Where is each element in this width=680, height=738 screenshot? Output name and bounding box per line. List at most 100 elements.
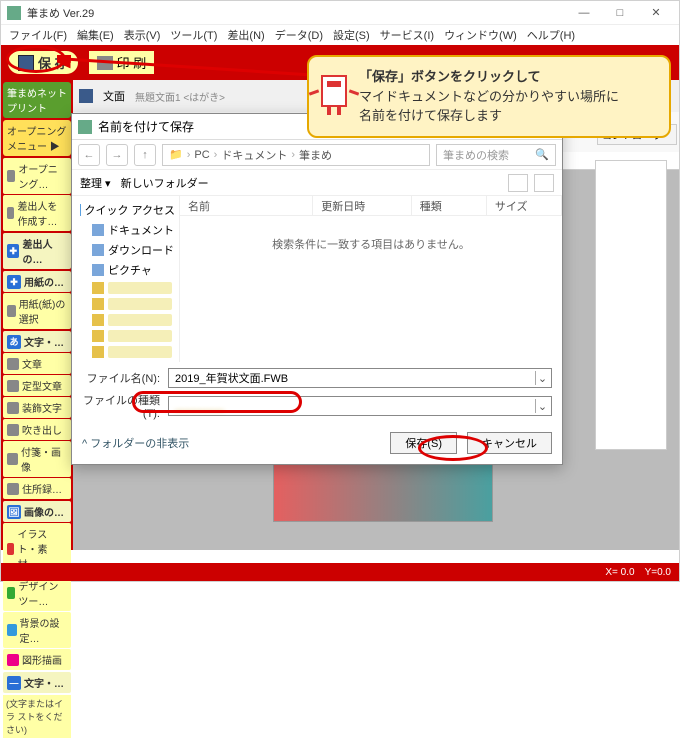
- instruction-callout: 「保存」ボタンをクリックして マイドキュメントなどの分かりやすい場所に 名前を付…: [307, 55, 671, 138]
- view-button[interactable]: [508, 174, 528, 192]
- sidebar-section-image[interactable]: 🖼画像の…: [3, 501, 71, 522]
- sidebar-item-bg[interactable]: 背景の設定…: [3, 612, 71, 648]
- chevron-down-icon[interactable]: ⌄: [535, 371, 549, 385]
- print-label: 印 刷: [117, 53, 147, 72]
- sidebar-item-paper-select[interactable]: 用紙(紙)の選択: [3, 293, 71, 329]
- callout-line1: 「保存」ボタンをクリックして: [359, 69, 541, 84]
- filetype-label: ファイルの種類(T):: [82, 392, 160, 420]
- dialog-cancel-button[interactable]: キャンセル: [467, 432, 552, 454]
- sidebar-item-text[interactable]: 文章: [3, 353, 71, 374]
- tree-blur[interactable]: [74, 344, 177, 360]
- up-button[interactable]: ↑: [134, 144, 156, 166]
- opening-menu-button[interactable]: オープニングメニュー ▶: [3, 120, 71, 156]
- menu-item[interactable]: サービス(I): [380, 27, 434, 43]
- menu-item[interactable]: 差出(N): [227, 27, 264, 43]
- dialog-title: 名前を付けて保存: [98, 118, 194, 135]
- filename-label: ファイル名(N):: [82, 370, 160, 386]
- save-button[interactable]: 保 存: [5, 48, 81, 77]
- search-input[interactable]: 筆まめの検索 🔍: [436, 144, 556, 166]
- col-type[interactable]: 種類: [412, 196, 487, 215]
- menu-item[interactable]: データ(D): [275, 27, 323, 43]
- dialog-icon: [78, 120, 92, 134]
- search-icon: 🔍: [535, 148, 549, 161]
- filetype-value: ________: [175, 400, 224, 412]
- callout-line2: マイドキュメントなどの分かりやすい場所に: [359, 87, 657, 107]
- sidebar-item-balloon[interactable]: 吹き出し: [3, 419, 71, 440]
- crumb-pc[interactable]: PC: [194, 149, 209, 161]
- tree-blur[interactable]: [74, 328, 177, 344]
- folder-tree[interactable]: クイック アクセス ドキュメント ダウンロード ピクチャ 筆まめ Ver.29 …: [72, 196, 180, 362]
- menu-item[interactable]: ウィンドウ(W): [444, 27, 517, 43]
- sidebar-section-sender[interactable]: ✚差出人の…: [3, 233, 71, 269]
- menu-item[interactable]: 設定(S): [333, 27, 370, 43]
- sidebar-item-opening[interactable]: オープニング…: [3, 158, 71, 194]
- menu-item[interactable]: ファイル(F): [9, 27, 67, 43]
- sidebar-section-text[interactable]: あ文字・…: [3, 331, 71, 352]
- organize-button[interactable]: 整理 ▾: [80, 175, 111, 191]
- doc-tab[interactable]: 文面: [103, 88, 125, 104]
- folder-icon: 📁: [169, 148, 183, 161]
- search-placeholder: 筆まめの検索: [443, 147, 535, 163]
- file-list: 名前 更新日時 種類 サイズ 検索条件に一致する項目はありません。: [180, 196, 562, 362]
- tree-quick-access[interactable]: クイック アクセス: [74, 200, 177, 220]
- column-headers[interactable]: 名前 更新日時 種類 サイズ: [180, 196, 562, 216]
- callout-line3: 名前を付けて保存します: [359, 106, 657, 126]
- dialog-save-button[interactable]: 保存(S): [390, 432, 457, 454]
- tree-blur[interactable]: [74, 312, 177, 328]
- close-button[interactable]: ✕: [639, 3, 673, 23]
- help-button[interactable]: [534, 174, 554, 192]
- filename-value: 2019_年賀状文面.FWB: [175, 370, 288, 386]
- printer-icon: [97, 56, 113, 70]
- menu-item[interactable]: ヘルプ(H): [527, 27, 575, 43]
- dialog-fields: ファイル名(N): 2019_年賀状文面.FWB ⌄ ファイルの種類(T): _…: [72, 362, 562, 426]
- app-title: 筆まめ Ver.29: [27, 5, 567, 21]
- filename-input[interactable]: 2019_年賀状文面.FWB ⌄: [168, 368, 552, 388]
- col-size[interactable]: サイズ: [487, 196, 562, 215]
- netprint-button[interactable]: 筆まめネットプリント: [3, 82, 71, 118]
- crumb-current[interactable]: 筆まめ: [299, 147, 332, 163]
- menu-item[interactable]: 編集(E): [77, 27, 114, 43]
- menu-item[interactable]: ツール(T): [170, 27, 217, 43]
- maximize-button[interactable]: □: [603, 3, 637, 23]
- new-folder-button[interactable]: 新しいフォルダー: [121, 175, 209, 191]
- status-x: X= 0.0: [605, 567, 634, 578]
- mascot-icon: [315, 75, 353, 119]
- sidebar-item-shape[interactable]: 図形描画: [3, 649, 71, 670]
- save-as-dialog: 名前を付けて保存 ✕ ← → ↑ 📁 › PC › ドキュメント › 筆まめ 筆…: [71, 113, 563, 465]
- tree-pictures[interactable]: ピクチャ: [74, 260, 177, 280]
- empty-message: 検索条件に一致する項目はありません。: [180, 216, 562, 362]
- sidebar-item-decor[interactable]: 装飾文字: [3, 397, 71, 418]
- col-date[interactable]: 更新日時: [313, 196, 411, 215]
- print-button[interactable]: 印 刷: [89, 51, 155, 74]
- forward-button[interactable]: →: [106, 144, 128, 166]
- sidebar-item-sender-create[interactable]: 差出人を作成す…: [3, 195, 71, 231]
- floppy-icon: [18, 55, 34, 71]
- menubar: ファイル(F) 編集(E) 表示(V) ツール(T) 差出(N) データ(D) …: [1, 25, 679, 45]
- crumb-documents[interactable]: ドキュメント: [221, 147, 287, 163]
- dialog-navbar: ← → ↑ 📁 › PC › ドキュメント › 筆まめ 筆まめの検索 🔍: [72, 140, 562, 170]
- large-preview[interactable]: [273, 458, 493, 522]
- tree-blur[interactable]: [74, 280, 177, 296]
- app-window: 筆まめ Ver.29 ― □ ✕ ファイル(F) 編集(E) 表示(V) ツール…: [0, 0, 680, 582]
- sidebar-item-sticky[interactable]: 付箋・画像: [3, 441, 71, 477]
- tree-downloads[interactable]: ダウンロード: [74, 240, 177, 260]
- titlebar: 筆まめ Ver.29 ― □ ✕: [1, 1, 679, 25]
- tree-documents[interactable]: ドキュメント: [74, 220, 177, 240]
- doc-subtitle: 無題文面1 <はがき>: [135, 89, 225, 104]
- app-icon: [7, 6, 21, 20]
- filetype-select[interactable]: ________ ⌄: [168, 396, 552, 416]
- minimize-button[interactable]: ―: [567, 3, 601, 23]
- breadcrumb[interactable]: 📁 › PC › ドキュメント › 筆まめ: [162, 144, 430, 166]
- back-button[interactable]: ←: [78, 144, 100, 166]
- dialog-footer: ^ フォルダーの非表示 保存(S) キャンセル: [72, 426, 562, 464]
- hide-folders-toggle[interactable]: ^ フォルダーの非表示: [82, 435, 189, 451]
- col-name[interactable]: 名前: [180, 196, 313, 215]
- tree-blur[interactable]: [74, 296, 177, 312]
- chevron-down-icon[interactable]: ⌄: [535, 399, 549, 413]
- sidebar-item-address[interactable]: 住所録…: [3, 478, 71, 499]
- sidebar-section-paper[interactable]: ✚用紙の…: [3, 271, 71, 292]
- postcard-preview[interactable]: [595, 160, 667, 450]
- sidebar-item-template[interactable]: 定型文章: [3, 375, 71, 396]
- menu-item[interactable]: 表示(V): [124, 27, 161, 43]
- sidebar-section-moji[interactable]: ―文字・…: [3, 672, 71, 693]
